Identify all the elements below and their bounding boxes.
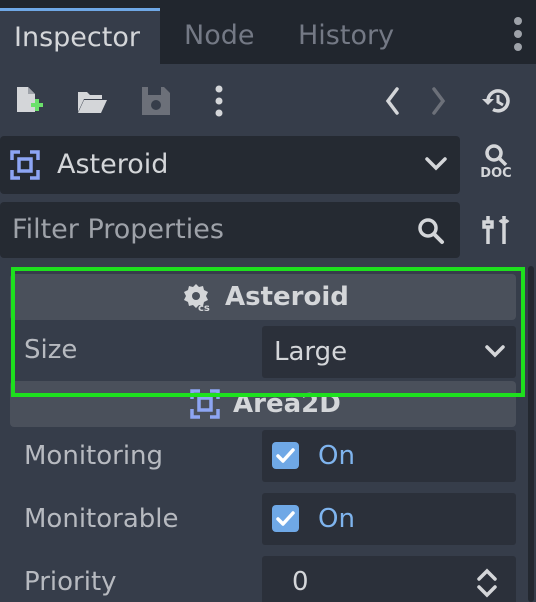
search-icon [418, 218, 444, 244]
property-row-monitorable: Monitorable On [10, 491, 516, 547]
svg-text:cs: cs [198, 303, 210, 311]
section-title-asteroid: Asteroid [225, 282, 349, 312]
csharp-script-icon: cs [184, 284, 210, 311]
priority-value: 0 [292, 567, 309, 597]
tab-menu-icon[interactable] [508, 14, 528, 54]
history-icon[interactable] [481, 86, 513, 116]
chevron-left-icon[interactable] [383, 86, 401, 116]
property-label-size: Size [24, 335, 78, 365]
search-doc-icon [485, 144, 508, 166]
monitorable-checkbox[interactable]: On [262, 493, 516, 545]
object-name: Asteroid [57, 149, 169, 180]
spinner-arrows-icon[interactable] [476, 568, 498, 598]
property-row-priority: Priority 0 [10, 554, 516, 602]
area2d-icon [10, 150, 40, 180]
inspector-scrollbar[interactable] [528, 266, 534, 602]
monitorable-value: On [318, 504, 355, 534]
property-row-size: Size Large [10, 324, 516, 380]
new-file-icon[interactable] [14, 86, 44, 116]
monitoring-checkbox[interactable]: On [262, 430, 516, 482]
chevron-down-icon [425, 157, 447, 171]
doc-label: DOC [480, 166, 512, 181]
checkbox-checked [272, 442, 299, 469]
size-dropdown[interactable]: Large [262, 326, 516, 378]
checkbox-checked [272, 505, 299, 532]
tab-node[interactable]: Node [170, 8, 254, 64]
property-label-priority: Priority [24, 567, 117, 597]
save-icon[interactable] [141, 86, 171, 116]
tab-inspector[interactable]: Inspector [0, 8, 160, 64]
property-row-monitoring: Monitoring On [10, 428, 516, 484]
open-documentation-button[interactable]: DOC [478, 144, 514, 184]
checkmark-icon [276, 448, 295, 463]
section-header-area2d[interactable]: Area2D [10, 381, 516, 427]
chevron-down-icon [485, 345, 505, 358]
filter-properties-input[interactable]: Filter Properties [0, 202, 460, 258]
tools-icon[interactable] [482, 214, 510, 246]
priority-spinbox[interactable]: 0 [262, 556, 516, 602]
checkmark-icon [276, 511, 295, 526]
section-header-asteroid[interactable]: cs Asteroid [10, 274, 516, 320]
object-selector[interactable]: Asteroid [0, 136, 460, 194]
property-label-monitorable: Monitorable [24, 504, 179, 534]
more-options-icon[interactable] [211, 84, 227, 118]
section-title-area2d: Area2D [233, 389, 341, 419]
chevron-right-icon[interactable] [430, 86, 448, 116]
tab-history[interactable]: History [284, 8, 394, 64]
folder-open-icon[interactable] [76, 88, 108, 116]
dock-tab-bar: Inspector Node History [0, 0, 536, 64]
filter-placeholder: Filter Properties [12, 214, 224, 245]
area2d-icon [190, 389, 220, 419]
property-label-monitoring: Monitoring [24, 441, 164, 471]
monitoring-value: On [318, 441, 355, 471]
size-value: Large [274, 337, 348, 367]
